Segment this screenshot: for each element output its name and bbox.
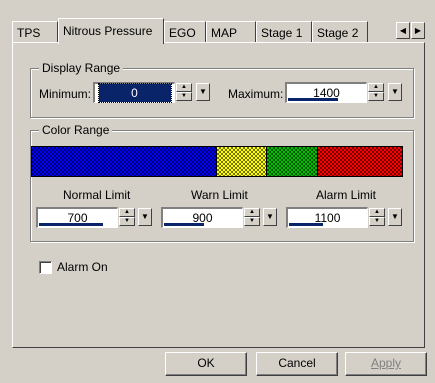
normal-limit-input[interactable]: 700: [36, 207, 118, 228]
tab-stage-1[interactable]: Stage 1: [256, 21, 312, 43]
tab-label: MAP: [211, 26, 238, 40]
spin-down-icon: ▼: [368, 92, 384, 101]
maximum-input[interactable]: 1400: [285, 82, 367, 103]
alarm-on-checkbox[interactable]: [39, 261, 52, 274]
color-segment: [317, 147, 402, 176]
normal-level-bar: [39, 223, 103, 226]
tab-stage-2[interactable]: Stage 2: [312, 21, 368, 43]
normal-limit-spinner[interactable]: ▲ ▼: [119, 208, 135, 227]
color-range-title: Color Range: [39, 123, 113, 137]
color-segment: [266, 147, 318, 176]
spin-up-icon: ▲: [368, 83, 384, 92]
chevron-down-icon: ▼: [391, 87, 399, 96]
tab-map[interactable]: MAP: [206, 21, 256, 43]
color-segment: [32, 147, 216, 176]
spin-up-icon: ▲: [176, 83, 192, 92]
ok-button[interactable]: OK: [165, 352, 247, 376]
display-range-title: Display Range: [39, 61, 124, 75]
warn-limit-dropdown-button[interactable]: ▼: [263, 208, 277, 226]
arrow-left-icon: ◀: [399, 26, 407, 35]
maximum-label: Maximum:: [228, 87, 284, 101]
tab-nitrous-pressure[interactable]: Nitrous Pressure: [58, 18, 164, 44]
warn-limit-spinner[interactable]: ▲ ▼: [244, 208, 260, 227]
chevron-down-icon: ▼: [141, 212, 149, 221]
cancel-button[interactable]: Cancel: [256, 352, 338, 376]
alarm-level-bar: [289, 223, 323, 226]
color-range-bar: [31, 146, 403, 177]
maximum-spinner[interactable]: ▲ ▼: [368, 83, 384, 102]
spin-down-icon: ▼: [369, 217, 385, 226]
minimum-label: Minimum:: [39, 87, 92, 101]
color-segment: [215, 147, 267, 176]
tab-ego[interactable]: EGO: [164, 21, 206, 43]
alarm-limit-spinner[interactable]: ▲ ▼: [369, 208, 385, 227]
cancel-label: Cancel: [278, 356, 316, 370]
apply-label: Apply: [370, 356, 402, 370]
minimum-dropdown-button[interactable]: ▼: [196, 83, 210, 101]
dialog-window: { "tabs": [ {"label":"TPS"}, {"label":"N…: [0, 0, 435, 383]
maximum-dropdown-button[interactable]: ▼: [388, 83, 402, 101]
chevron-down-icon: ▼: [266, 212, 274, 221]
ok-label: OK: [197, 356, 215, 370]
minimum-value: 0: [97, 83, 172, 103]
tab-scroll-right-button[interactable]: ▶: [411, 22, 425, 39]
spin-down-icon: ▼: [244, 217, 260, 226]
spin-down-icon: ▼: [119, 217, 135, 226]
minimum-input[interactable]: 0: [93, 82, 175, 103]
tab-label: EGO: [169, 26, 196, 40]
warn-limit-input[interactable]: 900: [161, 207, 243, 228]
maximum-level-bar: [288, 98, 338, 101]
spin-up-icon: ▲: [369, 208, 385, 217]
apply-button[interactable]: Apply: [345, 352, 427, 376]
tab-tps[interactable]: TPS: [12, 21, 58, 43]
tab-scroll-left-button[interactable]: ◀: [396, 22, 410, 39]
normal-limit-dropdown-button[interactable]: ▼: [138, 208, 152, 226]
minimum-spinner[interactable]: ▲ ▼: [176, 83, 192, 102]
warn-limit-label: Warn Limit: [191, 188, 248, 202]
tab-label: Nitrous Pressure: [63, 24, 153, 38]
tab-label: Stage 2: [317, 26, 359, 40]
chevron-down-icon: ▼: [199, 87, 207, 96]
chevron-down-icon: ▼: [391, 212, 399, 221]
tab-label: TPS: [17, 26, 41, 40]
arrow-right-icon: ▶: [414, 26, 422, 35]
spin-up-icon: ▲: [244, 208, 260, 217]
alarm-limit-dropdown-button[interactable]: ▼: [388, 208, 402, 226]
tab-label: Stage 1: [261, 26, 303, 40]
spin-up-icon: ▲: [119, 208, 135, 217]
alarm-limit-input[interactable]: 1100: [286, 207, 368, 228]
warn-level-bar: [164, 223, 204, 226]
normal-limit-label: Normal Limit: [63, 188, 131, 202]
alarm-on-label: Alarm On: [57, 260, 108, 274]
alarm-limit-label: Alarm Limit: [316, 188, 377, 202]
spin-down-icon: ▼: [176, 92, 192, 101]
